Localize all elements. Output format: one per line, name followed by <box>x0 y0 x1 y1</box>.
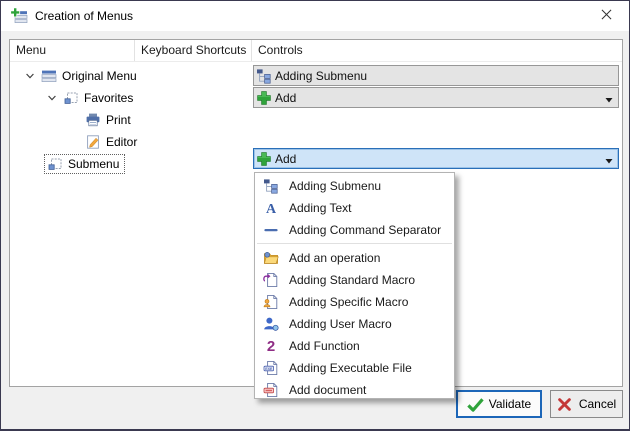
menu-item-label: Adding Text <box>289 201 352 215</box>
submenu-icon <box>63 90 79 106</box>
menu-tree: Original Menu Favorites Print Editor Submenu <box>10 65 250 175</box>
menu-plus-app-icon <box>10 7 28 25</box>
specific-macro-icon <box>263 294 279 310</box>
chevron-down-icon[interactable] <box>44 90 60 106</box>
tree-item-submenu[interactable]: Submenu <box>10 153 250 175</box>
chevron-down-icon <box>605 158 613 164</box>
node-box: Print <box>82 110 137 130</box>
operation-folder-icon <box>263 250 279 266</box>
tree-item-print[interactable]: Print <box>10 109 250 131</box>
menu-icon <box>41 68 57 84</box>
chevron-down-icon <box>605 97 613 103</box>
user-macro-icon <box>263 316 279 332</box>
column-header-keyboard-shortcuts[interactable]: Keyboard Shortcuts <box>134 40 251 61</box>
add-menu-popup: Adding Submenu A Adding Text Adding Command… <box>254 172 455 399</box>
menu-item-add-document[interactable]: Add document <box>255 379 454 401</box>
menu-item-label: Add an operation <box>289 251 380 265</box>
tree-item-editor[interactable]: Editor <box>10 131 250 153</box>
hierarchy-icon <box>256 68 272 84</box>
menu-item-adding-standard-macro[interactable]: Adding Standard Macro <box>255 269 454 291</box>
tree-item-label: Favorites <box>84 91 133 105</box>
adding-submenu-button-label: Adding Submenu <box>275 69 367 83</box>
column-header-controls[interactable]: Controls <box>251 40 622 61</box>
selected-node-box: Submenu <box>44 154 125 174</box>
text-icon: A <box>263 200 279 216</box>
menu-item-label: Add document <box>289 383 366 397</box>
menu-item-adding-user-macro[interactable]: Adding User Macro <box>255 313 454 335</box>
menu-item-label: Adding User Macro <box>289 317 392 331</box>
window-title: Creation of Menus <box>35 9 133 23</box>
submenu-icon <box>47 156 63 172</box>
plus-icon <box>256 151 272 167</box>
executable-file-icon: EXE <box>263 360 279 376</box>
svg-text:EXE: EXE <box>265 367 273 371</box>
menu-item-add-an-operation[interactable]: Add an operation <box>255 247 454 269</box>
validate-button-label: Validate <box>489 397 531 411</box>
close-icon <box>601 8 612 23</box>
menu-item-adding-text[interactable]: A Adding Text <box>255 197 454 219</box>
column-header-menu[interactable]: Menu <box>10 40 134 61</box>
hierarchy-icon <box>263 178 279 194</box>
check-icon <box>467 397 484 412</box>
menu-item-label: Adding Submenu <box>289 179 381 193</box>
menu-item-label: Adding Command Separator <box>289 223 441 237</box>
tree-item-label: Editor <box>106 135 137 149</box>
document-icon <box>263 382 279 398</box>
menu-item-adding-specific-macro[interactable]: Adding Specific Macro <box>255 291 454 313</box>
menu-item-adding-executable-file[interactable]: EXE Adding Executable File <box>255 357 454 379</box>
svg-text:2: 2 <box>267 338 275 354</box>
menu-item-label: Adding Standard Macro <box>289 273 415 287</box>
cancel-button[interactable]: Cancel <box>550 390 623 418</box>
printer-icon <box>85 112 101 128</box>
menu-item-label: Adding Executable File <box>289 361 412 375</box>
menu-separator <box>257 243 452 244</box>
separator-line-icon <box>263 222 279 238</box>
function-icon: 2 <box>263 338 279 354</box>
close-button[interactable] <box>584 1 629 30</box>
creation-of-menus-dialog: Creation of Menus Menu Keyboard Shortcut… <box>0 0 630 431</box>
node-box: Editor <box>82 132 143 152</box>
adding-submenu-button[interactable]: Adding Submenu <box>253 65 619 86</box>
menu-item-add-function[interactable]: 2 Add Function <box>255 335 454 357</box>
tree-item-label: Original Menu <box>62 69 137 83</box>
add-dropdown-submenu[interactable]: Add <box>253 148 619 169</box>
chevron-down-icon[interactable] <box>22 68 38 84</box>
tree-item-original-menu[interactable]: Original Menu <box>10 65 250 87</box>
add-favorites-label: Add <box>275 91 296 105</box>
menu-item-adding-submenu[interactable]: Adding Submenu <box>255 175 454 197</box>
table-header: Menu Keyboard Shortcuts Controls <box>10 40 622 62</box>
editor-icon <box>85 134 101 150</box>
node-box: Original Menu <box>38 66 143 86</box>
svg-text:A: A <box>266 202 277 216</box>
tree-item-favorites[interactable]: Favorites <box>10 87 250 109</box>
menu-item-label: Add Function <box>289 339 360 353</box>
node-box: Favorites <box>60 88 139 108</box>
cancel-button-label: Cancel <box>579 397 616 411</box>
standard-macro-icon <box>263 272 279 288</box>
tree-item-label: Submenu <box>68 157 119 171</box>
x-icon <box>557 397 574 412</box>
titlebar: Creation of Menus <box>1 1 629 31</box>
validate-button[interactable]: Validate <box>456 390 542 418</box>
tree-item-label: Print <box>106 113 131 127</box>
menu-item-label: Adding Specific Macro <box>289 295 408 309</box>
plus-icon <box>256 90 272 106</box>
add-submenu-label: Add <box>275 152 296 166</box>
menu-item-adding-command-separator[interactable]: Adding Command Separator <box>255 219 454 241</box>
add-dropdown-favorites[interactable]: Add <box>253 87 619 108</box>
